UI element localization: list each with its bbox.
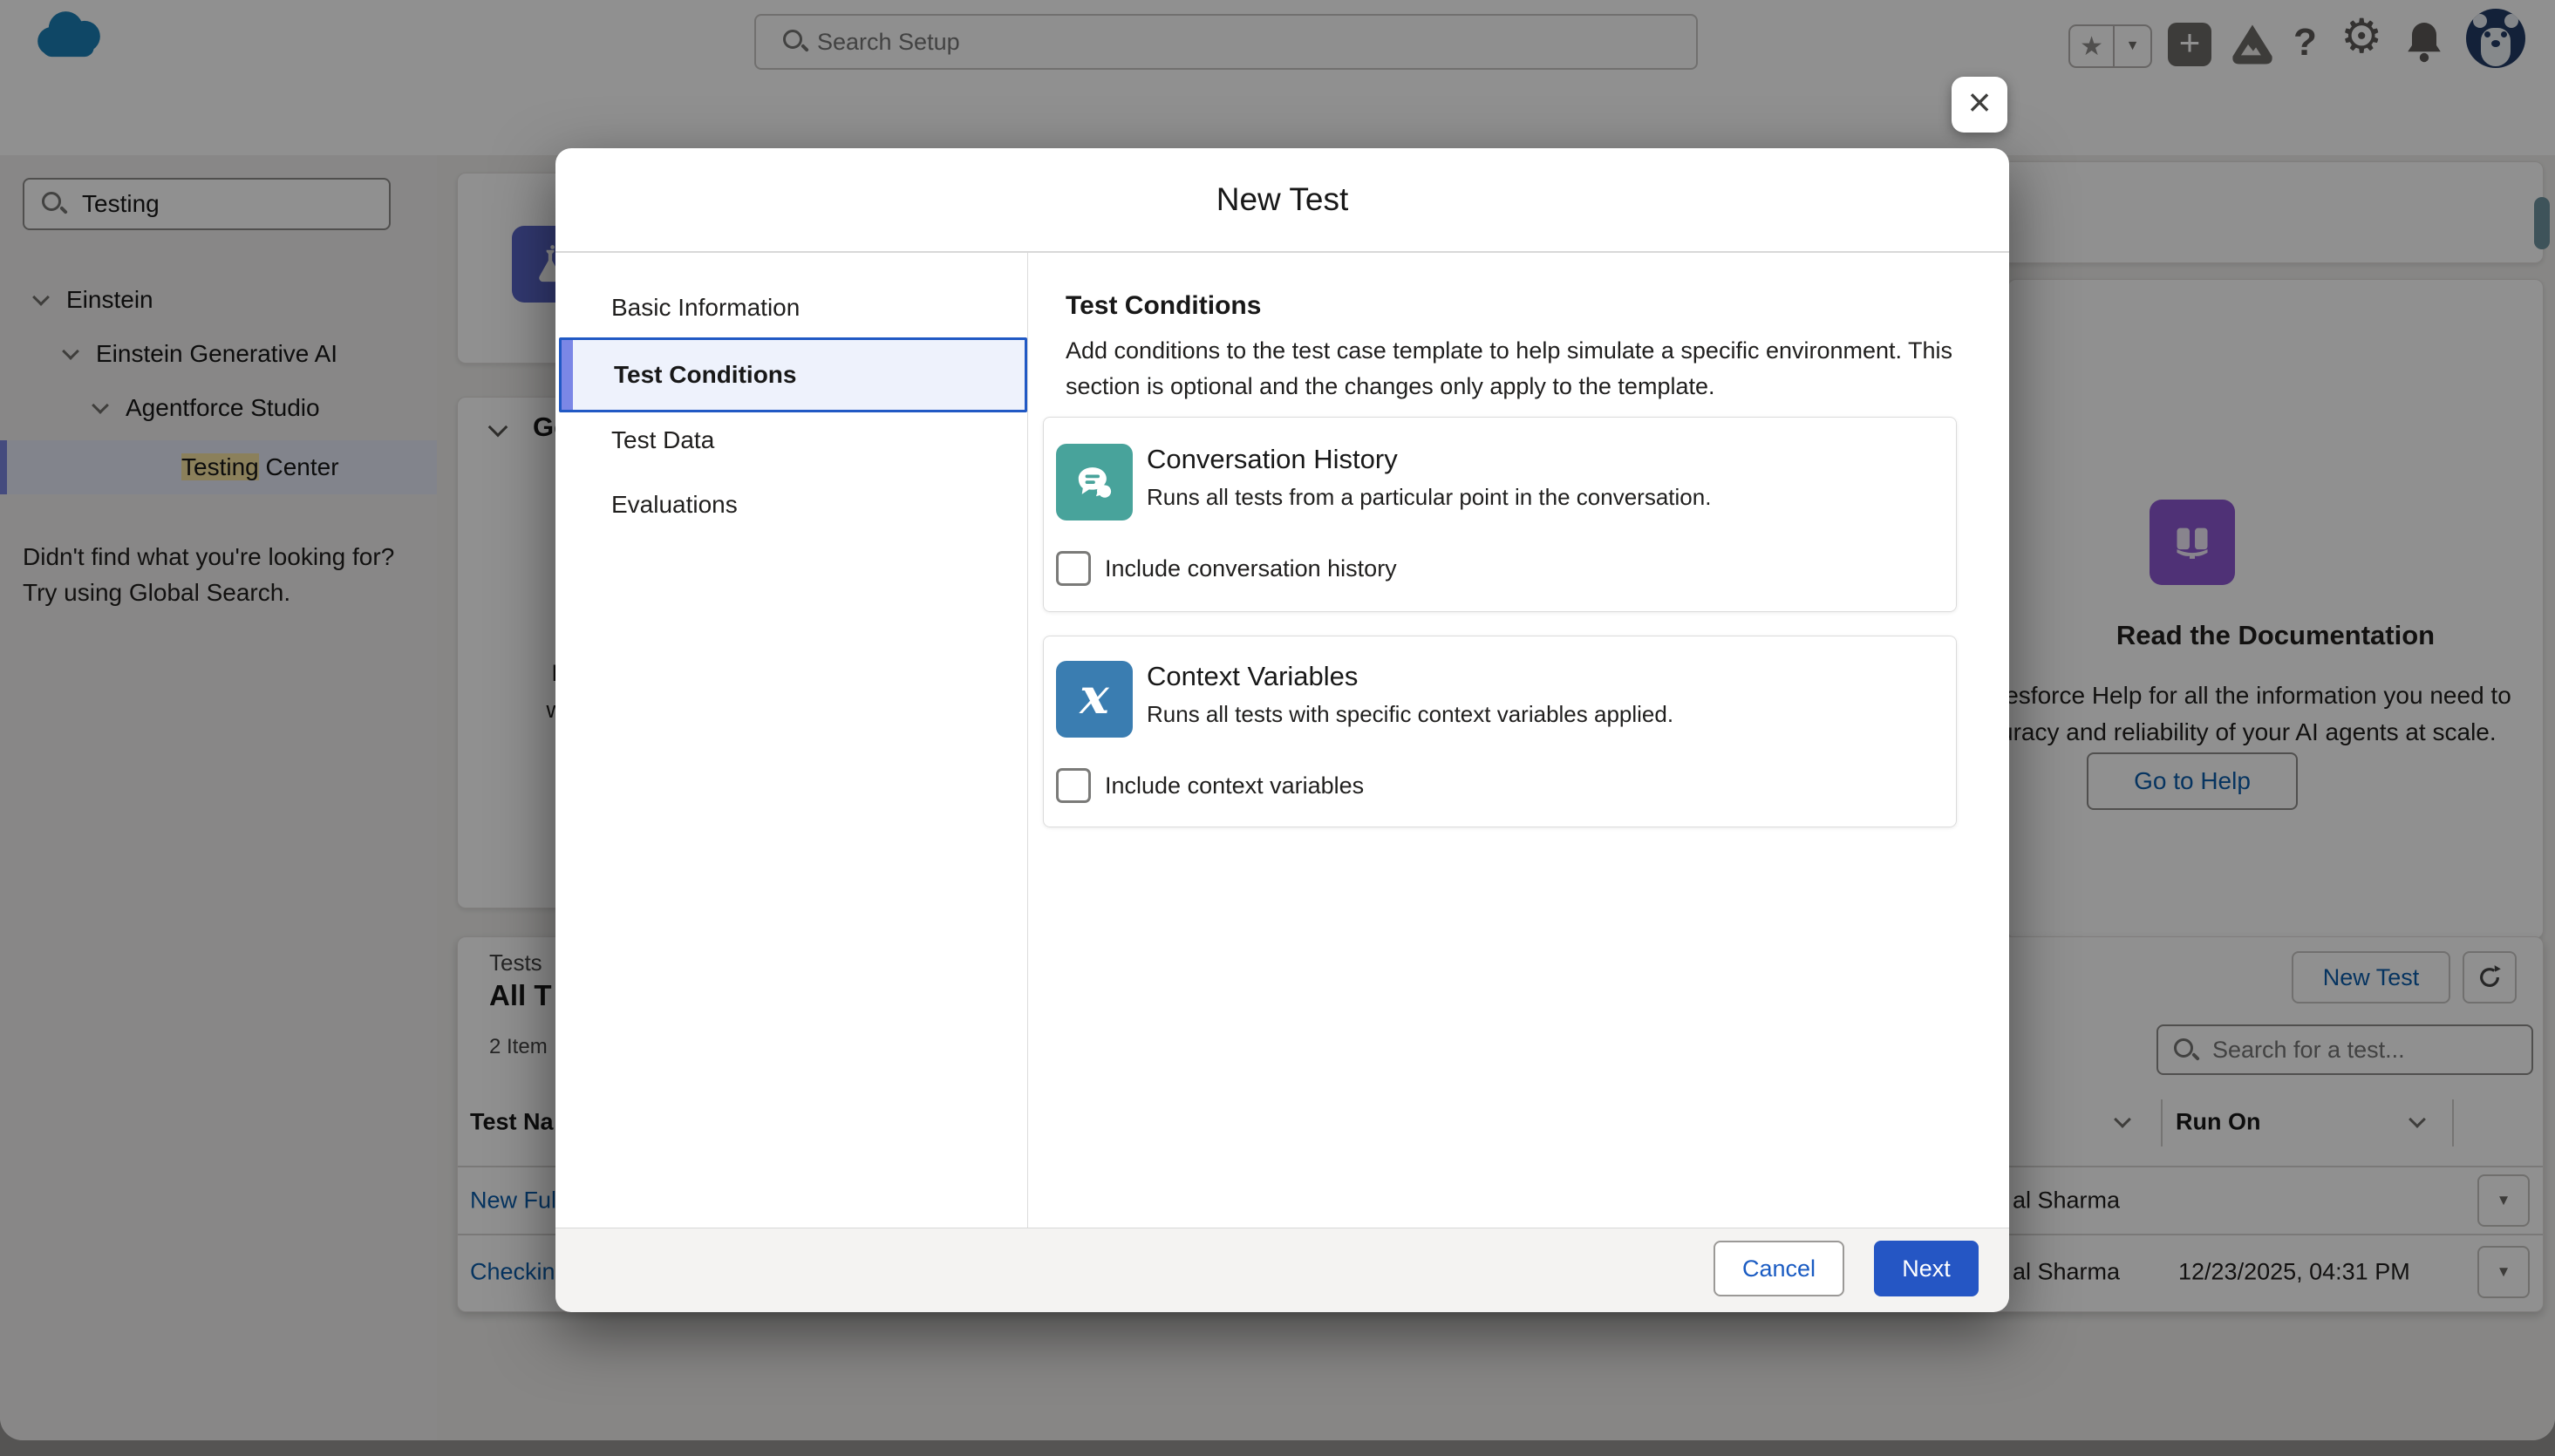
conversation-history-card: Conversation History Runs all tests from… (1043, 417, 1957, 612)
modal-nav-basic-information[interactable]: Basic Information (611, 294, 800, 322)
modal-nav-test-conditions-selected[interactable]: Test Conditions (559, 337, 1027, 412)
modal-footer: Cancel Next (555, 1228, 2009, 1312)
include-conversation-history-checkbox[interactable] (1056, 551, 1091, 586)
context-variables-card: x Context Variables Runs all tests with … (1043, 636, 1957, 827)
modal-nav-test-data[interactable]: Test Data (611, 426, 714, 454)
include-context-variables-checkbox[interactable] (1056, 768, 1091, 803)
modal-column-divider (1027, 253, 1028, 1228)
card-subtitle: Runs all tests with specific context var… (1147, 701, 1673, 728)
variable-x-icon: x (1080, 672, 1108, 721)
checkbox-label[interactable]: Include conversation history (1105, 555, 1397, 582)
next-button[interactable]: Next (1874, 1241, 1979, 1296)
new-test-modal: New Test Basic Information Test Conditio… (555, 148, 2009, 1311)
modal-section-description: Add conditions to the test case template… (1066, 333, 1959, 405)
checkbox-label[interactable]: Include context variables (1105, 772, 1364, 799)
cancel-label: Cancel (1742, 1255, 1816, 1283)
cancel-button[interactable]: Cancel (1714, 1241, 1844, 1296)
conversation-history-icon-tile (1056, 444, 1133, 520)
modal-title: New Test (1216, 181, 1349, 218)
modal-section-heading: Test Conditions (1066, 291, 1261, 321)
screen: ★ ▼ + ? ⚙ (0, 0, 2555, 1456)
selected-accent-bar (562, 340, 573, 410)
card-title: Conversation History (1147, 444, 1398, 475)
chat-bubble-icon (1072, 459, 1117, 505)
next-label: Next (1902, 1255, 1951, 1283)
modal-nav-label: Test Conditions (614, 361, 796, 389)
modal-header: New Test (555, 148, 2009, 253)
context-variables-icon-tile: x (1056, 661, 1133, 738)
card-subtitle: Runs all tests from a particular point i… (1147, 484, 1711, 511)
close-x-icon: × (1968, 82, 1992, 122)
card-title: Context Variables (1147, 661, 1358, 692)
modal-nav-evaluations[interactable]: Evaluations (611, 491, 738, 519)
modal-close-button[interactable]: × (1952, 77, 2007, 133)
